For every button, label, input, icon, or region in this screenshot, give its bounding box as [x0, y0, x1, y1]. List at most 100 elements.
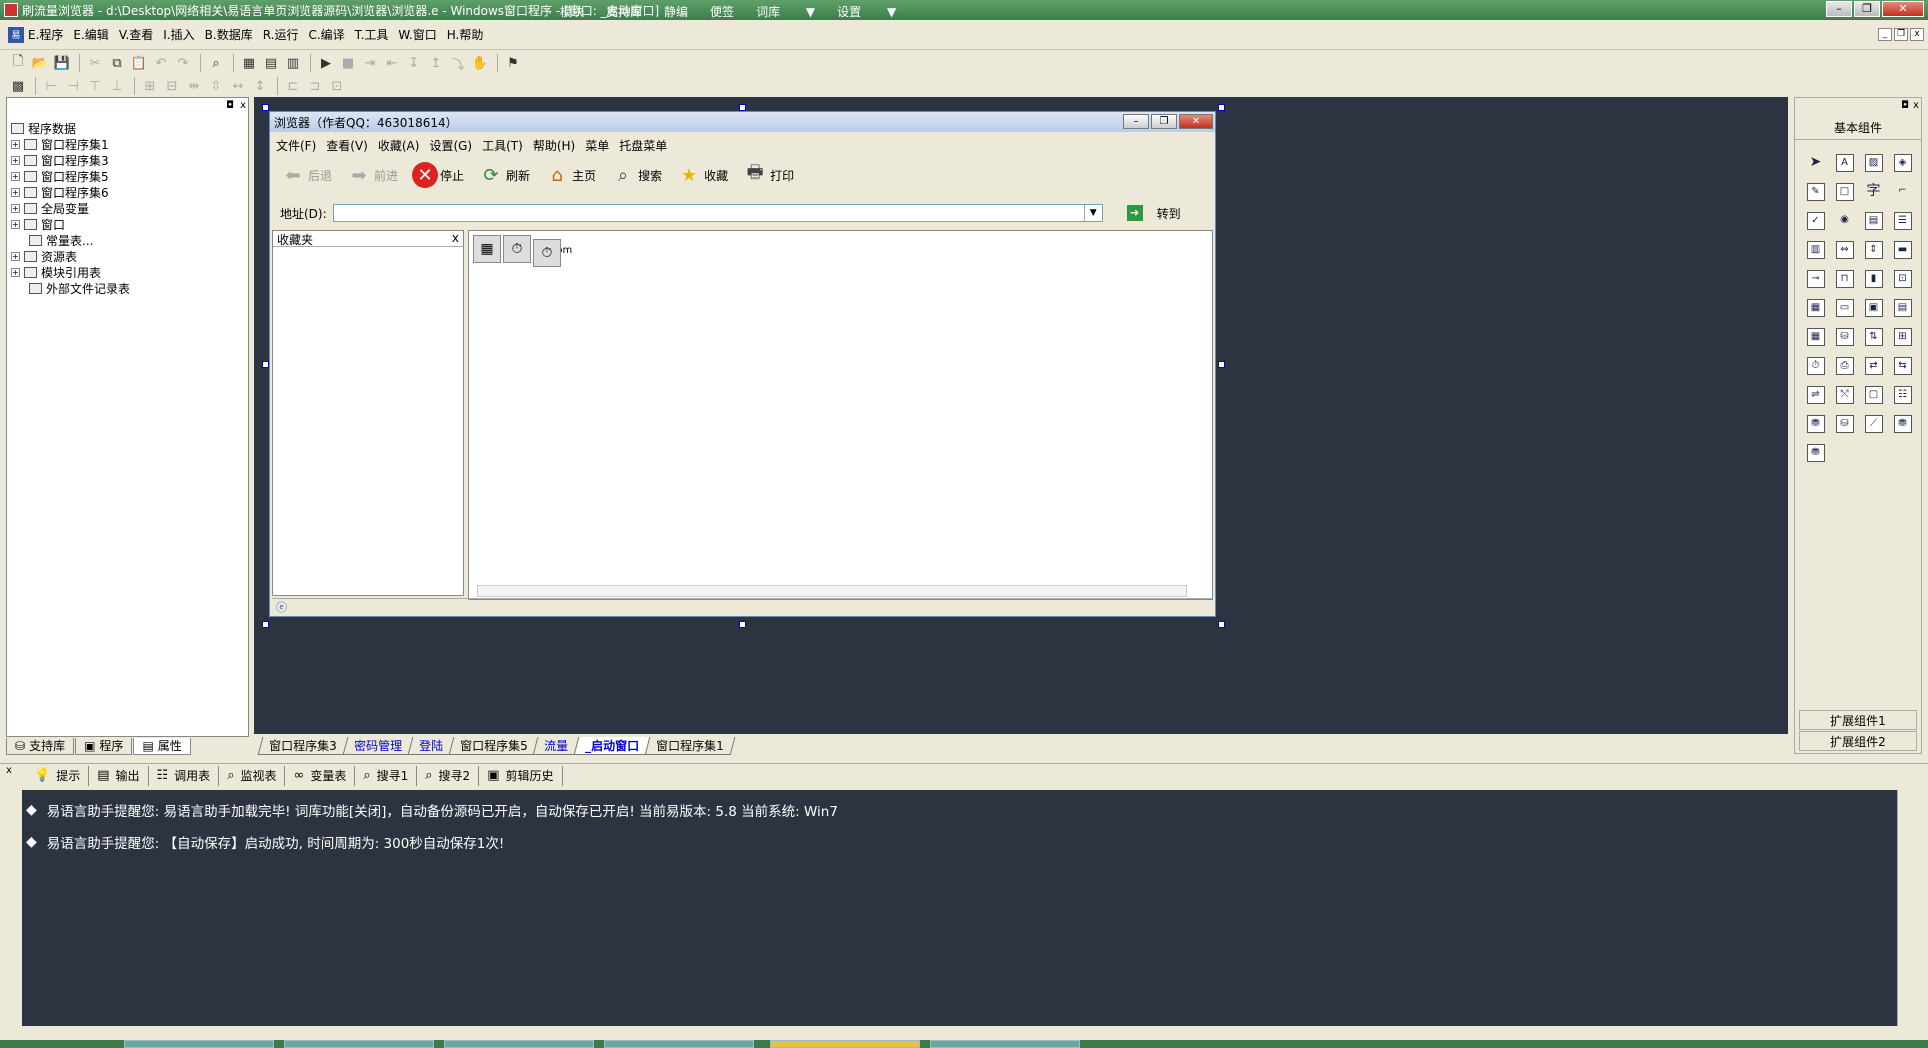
copy-icon[interactable]: ⧉: [107, 53, 127, 73]
chart-component-icon[interactable]: ▮: [1859, 264, 1888, 293]
rp-close-icon[interactable]: x: [1913, 100, 1919, 111]
network-component-icon[interactable]: ⛁: [1830, 322, 1859, 351]
selection-handle[interactable]: [262, 361, 269, 368]
tab-output[interactable]: ▤ 输出: [89, 765, 149, 786]
dmenu-file[interactable]: 文件(F): [276, 137, 316, 154]
selection-handle[interactable]: [262, 621, 269, 628]
picture-component-icon[interactable]: ▨: [1859, 148, 1888, 177]
dmenu-help[interactable]: 帮助(H): [533, 137, 575, 154]
doc-tab[interactable]: 密码管理: [342, 737, 414, 755]
spin-component-icon[interactable]: ⇅: [1859, 322, 1888, 351]
tab-hint[interactable]: 💡 提示: [26, 765, 90, 786]
designed-window[interactable]: 浏览器（作者QQ：463018614） – ❐ ✕ 文件(F) 查看(V) 收藏…: [269, 111, 1216, 617]
selection-handle[interactable]: [1218, 104, 1225, 111]
output-scrollbar[interactable]: [1897, 790, 1913, 1026]
designed-close-button[interactable]: ✕: [1179, 114, 1213, 129]
run-icon[interactable]: ▶: [316, 53, 336, 73]
image-button-component-icon[interactable]: ▣: [1859, 293, 1888, 322]
menu-help[interactable]: H.帮助: [447, 26, 484, 43]
hand-icon[interactable]: ✋: [470, 53, 490, 73]
size-w-icon[interactable]: ⊏: [283, 76, 303, 96]
title-menu-settings[interactable]: 设置 ▼: [837, 3, 896, 20]
undo-icon[interactable]: ↶: [151, 53, 171, 73]
db-component-icon[interactable]: ⛃: [1801, 409, 1830, 438]
doc-tab[interactable]: 窗口程序集3: [257, 737, 349, 755]
home-button[interactable]: ⌂ 主页: [544, 162, 596, 188]
dmenu-favorites[interactable]: 收藏(A): [378, 137, 420, 154]
tree-item[interactable]: + 窗口程序集6: [11, 184, 130, 200]
mdi-restore-icon[interactable]: ❐: [1894, 28, 1908, 41]
redo-icon[interactable]: ↷: [173, 53, 193, 73]
taskbar-button[interactable]: [604, 1040, 754, 1048]
layout1-icon[interactable]: ▦: [239, 53, 259, 73]
frame-component-icon[interactable]: □: [1830, 177, 1859, 206]
favorites-close-icon[interactable]: x: [452, 231, 459, 246]
calendar-component-icon[interactable]: ▦: [1801, 293, 1830, 322]
dmenu-view[interactable]: 查看(V): [326, 137, 368, 154]
menu-tools[interactable]: T.工具: [355, 26, 389, 43]
same-w-icon[interactable]: ↔: [228, 76, 248, 96]
go-button[interactable]: ➜ 转到: [1126, 205, 1181, 222]
ext-components-1-button[interactable]: 扩展组件1: [1799, 710, 1917, 730]
mdi-close-icon[interactable]: x: [1910, 28, 1924, 41]
selection-handle[interactable]: [1218, 621, 1225, 628]
selection-handle[interactable]: [739, 104, 746, 111]
size-h-icon[interactable]: ⊐: [305, 76, 325, 96]
save-icon[interactable]: 💾: [52, 53, 72, 73]
search-button[interactable]: ⌕ 搜索: [610, 162, 662, 188]
stop-icon[interactable]: ■: [338, 53, 358, 73]
step3-icon[interactable]: ↧: [404, 53, 424, 73]
checkbox-component-icon[interactable]: ✓: [1801, 206, 1830, 235]
space-h-icon[interactable]: ⇹: [184, 76, 204, 96]
menu-window[interactable]: W.窗口: [398, 26, 436, 43]
progress-component-icon[interactable]: ▬: [1888, 235, 1917, 264]
center-h-icon[interactable]: ⊞: [140, 76, 160, 96]
label-component-icon[interactable]: A: [1830, 148, 1859, 177]
dmenu-settings[interactable]: 设置(G): [429, 137, 472, 154]
timer-component-icon[interactable]: ⏱: [503, 235, 531, 263]
tab-program[interactable]: ▣ 程序: [75, 737, 133, 755]
tree-component-icon[interactable]: ☷: [1888, 380, 1917, 409]
selection-handle[interactable]: [1218, 361, 1225, 368]
tab-properties[interactable]: ▤ 属性: [133, 737, 191, 755]
find-icon[interactable]: ⌕: [206, 53, 226, 73]
doc-tab-active[interactable]: _启动窗口: [573, 737, 651, 755]
line-component-icon[interactable]: ⌐: [1888, 177, 1917, 206]
tree-item[interactable]: 常量表...: [11, 232, 130, 248]
close-button[interactable]: ✕: [1882, 1, 1924, 17]
menu-run[interactable]: R.运行: [263, 26, 299, 43]
step5-icon[interactable]: ⤵: [448, 53, 468, 73]
dmenu-tray[interactable]: 托盘菜单: [619, 137, 667, 154]
minimize-button[interactable]: –: [1826, 1, 1852, 17]
tree-item[interactable]: 外部文件记录表: [11, 280, 130, 296]
selection-handle[interactable]: [739, 621, 746, 628]
output-console[interactable]: ◆ 易语言助手提醒您: 易语言助手加载完毕! 词库功能[关闭]，自动备份源码已开启…: [22, 790, 1897, 1026]
refresh-button[interactable]: ⟳ 刷新: [478, 162, 531, 188]
menu-compile[interactable]: C.编译: [308, 26, 344, 43]
edit-component-icon[interactable]: ✎: [1801, 177, 1830, 206]
center-v-icon[interactable]: ⊟: [162, 76, 182, 96]
title-menu-static[interactable]: 静编: [664, 3, 688, 20]
tab-watch[interactable]: ⌕ 监视表: [219, 765, 286, 786]
tree-item[interactable]: + 资源表: [11, 248, 130, 264]
favorites-button[interactable]: ★ 收藏: [676, 162, 728, 188]
print-button[interactable]: 🖶 打印: [742, 162, 795, 188]
grid-icon[interactable]: ▩: [8, 76, 28, 96]
size-both-icon[interactable]: ⊡: [327, 76, 347, 96]
tab-search1[interactable]: ⌕ 搜寻1: [355, 765, 418, 786]
space-v-icon[interactable]: ⇳: [206, 76, 226, 96]
stop-button[interactable]: ✕ 停止: [412, 162, 464, 188]
output-close-icon[interactable]: x: [6, 765, 12, 776]
taskbar-button-active[interactable]: [770, 1040, 920, 1048]
back-button[interactable]: ⬅ 后退: [280, 162, 332, 188]
timer-component-icon[interactable]: ⏱: [1801, 351, 1830, 380]
tab-component-icon[interactable]: ⊓: [1830, 264, 1859, 293]
table-component-icon[interactable]: ▦: [1801, 322, 1830, 351]
align-right-icon[interactable]: ⊣: [63, 76, 83, 96]
layout3-icon[interactable]: ▥: [283, 53, 303, 73]
doc-tab[interactable]: 窗口程序集1: [644, 737, 736, 755]
timer-component-icon-2[interactable]: ⏱: [533, 239, 561, 267]
same-h-icon[interactable]: ↕: [250, 76, 270, 96]
tree-item[interactable]: + 窗口程序集1: [11, 136, 130, 152]
browser-control[interactable]: ▦ ⏱ ⏱ b...com: [468, 230, 1213, 600]
